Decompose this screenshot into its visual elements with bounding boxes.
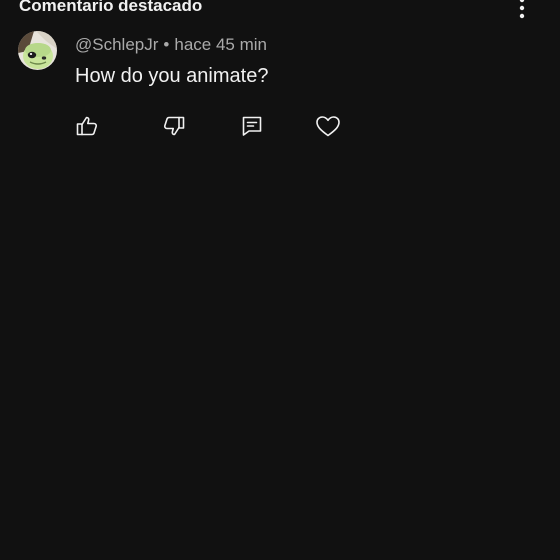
heart-button[interactable] xyxy=(314,112,342,140)
heart-icon xyxy=(316,116,340,137)
avatar[interactable] xyxy=(18,31,57,70)
avatar-image xyxy=(18,31,57,70)
comment-icon xyxy=(242,116,262,136)
thumbs-down-icon xyxy=(163,116,185,136)
section-title: Comentario destacado xyxy=(19,0,203,15)
thumbs-up-icon xyxy=(76,116,98,136)
dislike-button[interactable] xyxy=(160,112,188,140)
meta-separator: • xyxy=(163,35,170,54)
like-button[interactable] xyxy=(73,112,101,140)
comment-author[interactable]: @SchlepJr xyxy=(75,35,158,54)
comment-time: hace 45 min xyxy=(174,35,267,54)
comment-text: How do you animate? xyxy=(75,65,269,87)
reply-button[interactable] xyxy=(238,112,266,140)
more-vertical-icon xyxy=(519,0,525,19)
comment-meta: @SchlepJr • hace 45 min xyxy=(75,35,267,55)
more-options-button[interactable] xyxy=(508,0,536,22)
